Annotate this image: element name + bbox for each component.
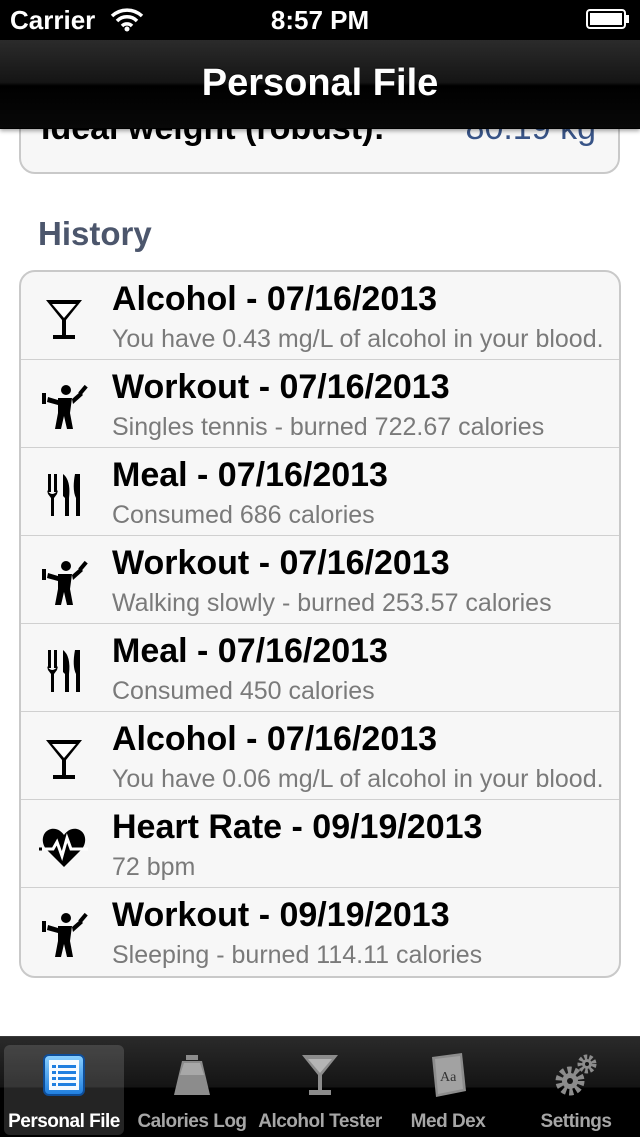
workout-icon [42, 560, 88, 605]
workout-icon [42, 384, 88, 429]
history-item-subtitle: You have 0.06 mg/L of alcohol in your bl… [112, 765, 604, 793]
book-icon: Aa [432, 1053, 466, 1097]
ideal-weight-value: 80.19 kg [466, 129, 596, 148]
history-item-title: Alcohol - 07/16/2013 [112, 720, 438, 758]
workout-icon [42, 912, 88, 957]
tab-label: Settings [540, 1111, 612, 1132]
svg-text:Aa: Aa [440, 1070, 457, 1085]
tab-calories-log[interactable]: Calories Log [128, 1037, 256, 1137]
cocktail-icon [302, 1055, 338, 1095]
tab-med-dex[interactable]: Aa Med Dex [384, 1037, 512, 1137]
tab-alcohol-tester[interactable]: Alcohol Tester [256, 1037, 384, 1137]
tab-bar: Personal File Calories Log Alcohol Teste… [0, 1036, 640, 1137]
history-row[interactable]: Workout - 07/16/2013 Singles tennis - bu… [21, 360, 619, 448]
history-list: Alcohol - 07/16/2013 You have 0.43 mg/L … [19, 270, 621, 978]
history-row[interactable]: Meal - 07/16/2013 Consumed 450 calories [21, 624, 619, 712]
history-item-subtitle: Consumed 450 calories [112, 677, 375, 705]
scale-icon [174, 1055, 210, 1095]
tab-label: Calories Log [137, 1111, 247, 1132]
cocktail-icon [46, 740, 82, 779]
history-item-title: Meal - 07/16/2013 [112, 456, 388, 494]
history-item-title: Meal - 07/16/2013 [112, 632, 388, 670]
tab-label: Personal File [8, 1111, 120, 1132]
history-row[interactable]: Workout - 07/16/2013 Walking slowly - bu… [21, 536, 619, 624]
history-section-title: History [38, 215, 152, 252]
history-item-subtitle: Sleeping - burned 114.11 calories [112, 941, 483, 969]
content-scroll-area[interactable]: Ideal weight (robust): 80.19 kg History … [0, 129, 640, 1036]
fork-knife-icon [47, 650, 80, 692]
history-item-subtitle: You have 0.43 mg/L of alcohol in your bl… [112, 325, 604, 353]
status-bar: Carrier 8:57 PM [0, 0, 640, 40]
ideal-weight-label: Ideal weight (robust): [41, 129, 385, 148]
cocktail-icon [46, 300, 82, 339]
history-item-subtitle: Singles tennis - burned 722.67 calories [112, 413, 545, 441]
tab-settings[interactable]: Settings [512, 1037, 640, 1137]
gear-icon [555, 1054, 597, 1096]
history-item-subtitle: 72 bpm [112, 853, 196, 881]
history-item-title: Workout - 07/16/2013 [112, 368, 450, 406]
history-row[interactable]: Alcohol - 07/16/2013 You have 0.43 mg/L … [21, 272, 619, 360]
history-item-subtitle: Walking slowly - burned 253.57 calories [112, 589, 552, 617]
heart-rate-icon [39, 828, 88, 867]
navigation-bar: Personal File [0, 40, 640, 129]
tab-label: Alcohol Tester [258, 1111, 382, 1132]
history-row[interactable]: Alcohol - 07/16/2013 You have 0.06 mg/L … [21, 712, 619, 800]
history-row[interactable]: Workout - 09/19/2013 Sleeping - burned 1… [21, 888, 619, 976]
history-item-title: Heart Rate - 09/19/2013 [112, 808, 483, 846]
history-item-title: Alcohol - 07/16/2013 [112, 280, 438, 318]
tab-label: Med Dex [410, 1111, 486, 1132]
fork-knife-icon [47, 474, 80, 516]
history-item-title: Workout - 07/16/2013 [112, 544, 450, 582]
page-title: Personal File [201, 62, 439, 104]
history-item-title: Workout - 09/19/2013 [112, 896, 450, 934]
history-row[interactable]: Meal - 07/16/2013 Consumed 686 calories [21, 448, 619, 536]
ideal-weight-card: Ideal weight (robust): 80.19 kg [19, 129, 620, 174]
history-item-subtitle: Consumed 686 calories [112, 501, 375, 529]
battery-icon [586, 9, 629, 29]
clock: 8:57 PM [270, 5, 370, 35]
history-row[interactable]: Heart Rate - 09/19/2013 72 bpm [21, 800, 619, 888]
list-icon [43, 1054, 85, 1096]
tab-personal-file[interactable]: Personal File [4, 1045, 124, 1135]
